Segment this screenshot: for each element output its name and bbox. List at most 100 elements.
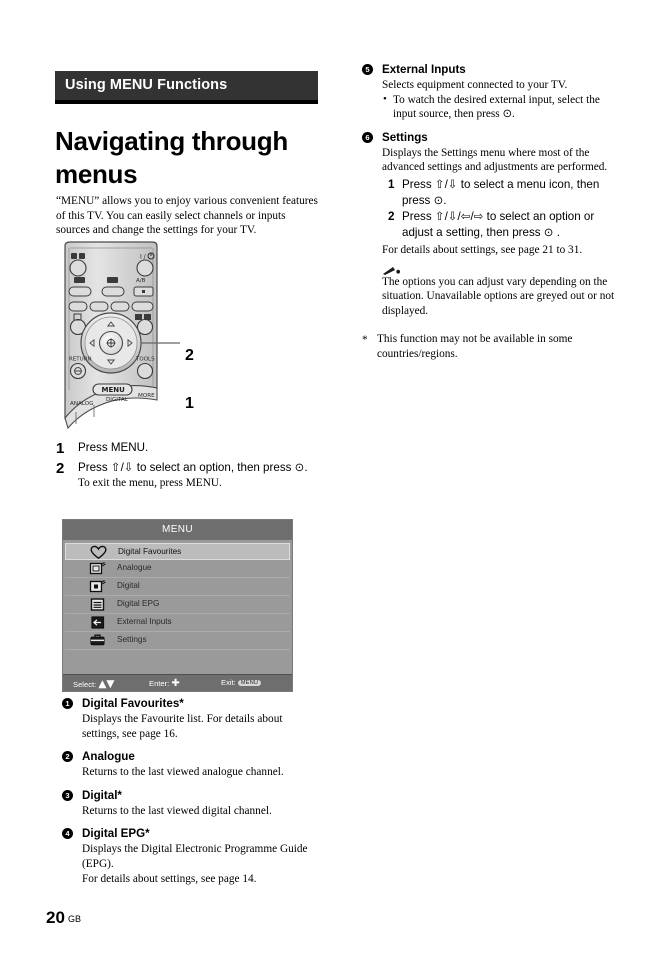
osd-row-label: Analogue: [117, 563, 152, 572]
legend-head: 3 Digital*: [62, 788, 317, 803]
osd-row-digital[interactable]: Digital: [65, 578, 290, 596]
osd-row-label: Digital Favourites: [118, 547, 182, 556]
legend-item-digital: 3 Digital* Returns to the last viewed di…: [62, 788, 317, 819]
digital-tv-icon: [89, 579, 106, 594]
step-1-text: Press MENU.: [78, 441, 149, 454]
step-1: 1 Press MENU.: [56, 440, 326, 458]
osd-row-analogue[interactable]: Analogue: [65, 560, 290, 578]
remote-button-input: [136, 318, 154, 336]
legend-head: 2 Analogue: [62, 749, 317, 764]
remote-button-wide: [68, 286, 92, 297]
legend-item-external-inputs: 5 External Inputs Selects equipment conn…: [362, 62, 620, 122]
legend-bullet-text: To watch the desired external input, sel…: [382, 92, 620, 122]
remote-button-colour-1: [68, 301, 88, 312]
intro-paragraph: “MENU” allows you to enjoy various conve…: [56, 195, 318, 237]
page-title: Navigating through menus: [55, 126, 288, 190]
settings-substeps: 1 Press ⇧/⇩ to select a menu icon, then …: [362, 177, 620, 241]
remote-label-digital: DIGITAL: [106, 397, 129, 403]
footnote-marker: *: [362, 334, 368, 346]
legend-bullet-1: 1: [62, 698, 73, 709]
legend-item-digital-epg: 4 Digital EPG* Displays the Digital Elec…: [62, 826, 317, 886]
osd-title: MENU: [63, 520, 292, 540]
remote-button-tools: [136, 362, 154, 380]
legend-desc: Displays the Settings menu where most of…: [382, 146, 608, 174]
svg-text:I /: I /: [140, 254, 147, 261]
heart-icon: [90, 545, 107, 560]
legend-bullet-3: 3: [62, 789, 73, 801]
settings-substep-1-number: 1: [388, 177, 395, 191]
legend-bullet-2: 2: [62, 751, 73, 763]
remote-label-tools: TOOLS: [135, 357, 155, 363]
section-banner-label: Using MENU Functions: [65, 77, 228, 93]
remote-label-analog: ANALOG: [70, 401, 94, 407]
remote-button-colour-4: [131, 301, 154, 312]
legend-desc: Displays the Favourite list. For details…: [82, 713, 283, 740]
osd-footer-bar: Select: ▲▼ Enter: ✚ Exit: MENU: [63, 674, 292, 691]
step-2: 2 Press ⇧/⇩ to select an option, then pr…: [56, 460, 326, 491]
pencil-note-icon: ●: [362, 263, 620, 275]
legend-title: Digital*: [82, 788, 122, 802]
callout-label-2: 2: [185, 347, 194, 364]
osd-footer-enter: Enter: ✚: [149, 678, 180, 689]
osd-row-digital-epg[interactable]: Digital EPG: [65, 596, 290, 614]
osd-row-settings[interactable]: Settings: [65, 632, 290, 650]
settings-substep-1: 1 Press ⇧/⇩ to select a menu icon, then …: [388, 177, 620, 209]
legend-item-settings: 6 Settings Displays the Settings menu wh…: [362, 130, 620, 319]
legend-bullet-4: 4: [62, 828, 73, 840]
remote-button-colour-3: [110, 301, 130, 312]
legend-list-right: 5 External Inputs Selects equipment conn…: [362, 62, 620, 326]
legend-title: Settings: [382, 130, 428, 144]
legend-title: Digital Favourites*: [82, 697, 184, 710]
legend-title: Analogue: [82, 750, 135, 764]
osd-footer-enter-label: Enter:: [149, 679, 170, 688]
legend-desc: Displays the Digital Electronic Programm…: [82, 843, 308, 885]
legend-bullet-5: 5: [362, 64, 373, 75]
remote-button-power: [136, 259, 154, 277]
settings-details-line: For details about settings, see page 21 …: [382, 243, 583, 256]
legend-head: 1 Digital Favourites*: [62, 696, 317, 711]
step-2-text: Press ⇧/⇩ to select an option, then pres…: [78, 461, 308, 474]
legend-head: 4 Digital EPG*: [62, 826, 317, 841]
settings-substep-1-text: Press ⇧/⇩ to select a menu icon, then pr…: [402, 177, 600, 207]
osd-row-label: Digital: [117, 581, 140, 590]
osd-menu-illustration: MENU Digital Favourites Analogue Digital…: [62, 519, 293, 692]
osd-footer-exit: Exit: MENU: [221, 678, 262, 687]
remote-button-freeze: [101, 286, 125, 297]
remote-control-illustration: I / A/B RETURN TOOLS MENU ANALOG DIGITAL…: [52, 240, 272, 440]
epg-list-icon: [89, 597, 106, 612]
remote-label-return: RETURN: [69, 357, 92, 363]
osd-footer-select-label: Select:: [73, 680, 97, 689]
step-1-number: 1: [56, 440, 65, 457]
legend-bullet-6: 6: [362, 131, 373, 143]
callout-label-1: 1: [185, 395, 194, 412]
footnote-text: This function may not be available in so…: [377, 333, 573, 360]
svg-text:A/B: A/B: [136, 278, 146, 284]
legend-title: Digital EPG*: [82, 827, 150, 841]
legend-bullet-line: To watch the desired external input, sel…: [362, 92, 620, 122]
legend-desc: Returns to the last viewed analogue chan…: [82, 766, 284, 779]
page-number: 20: [46, 908, 65, 927]
legend-head: 5 External Inputs: [362, 62, 620, 77]
osd-row-digital-favourites[interactable]: Digital Favourites: [65, 543, 290, 560]
osd-row-label: External Inputs: [117, 617, 172, 626]
settings-substep-2-number: 2: [388, 209, 395, 223]
settings-note-text: The options you can adjust vary dependin…: [382, 275, 615, 317]
osd-row-external-inputs[interactable]: External Inputs: [65, 614, 290, 632]
step-2-subtext: To exit the menu, press MENU.: [78, 477, 222, 489]
footnote: * This function may not be available in …: [362, 332, 635, 361]
remote-label-menu: MENU: [102, 386, 126, 394]
settings-substep-2: 2 Press ⇧/⇩/⇦/⇨ to select an option or a…: [388, 209, 620, 241]
osd-row-label: Settings: [117, 635, 147, 644]
settings-substep-2-text: Press ⇧/⇩/⇦/⇨ to select an option or adj…: [402, 209, 595, 239]
up-down-arrows-icon: ▲▼: [98, 678, 115, 690]
section-banner: Using MENU Functions: [55, 71, 318, 100]
svg-text:●: ●: [396, 269, 401, 275]
legend-item-digital-favourites: 1 Digital Favourites* Displays the Favou…: [62, 696, 317, 741]
banner-rule: [55, 100, 318, 104]
menu-key-cap: MENU: [237, 680, 262, 686]
osd-row-list: Digital Favourites Analogue Digital Digi…: [63, 540, 292, 671]
page-region-code: GB: [68, 914, 82, 924]
enter-key-icon: ✚: [171, 678, 180, 689]
legend-item-analogue: 2 Analogue Returns to the last viewed an…: [62, 749, 317, 780]
remote-control-svg: I / A/B RETURN TOOLS MENU ANALOG DIGITAL…: [64, 241, 180, 430]
